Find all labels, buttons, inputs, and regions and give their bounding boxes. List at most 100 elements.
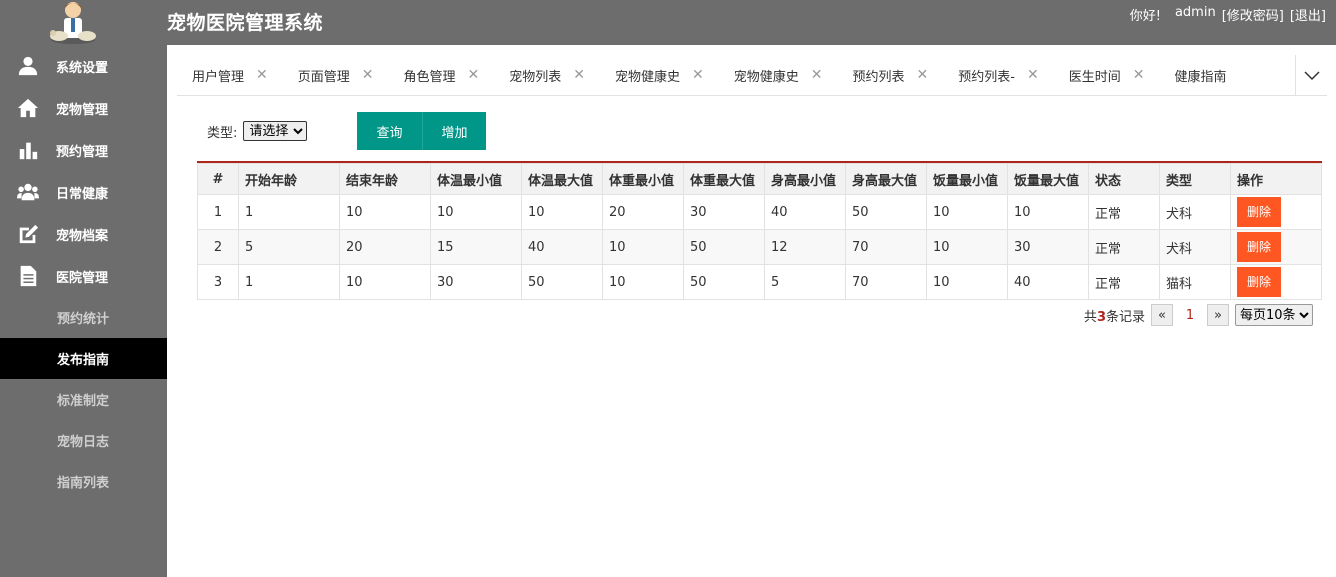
tab-more-button[interactable] <box>1295 55 1327 95</box>
group-icon <box>0 181 56 203</box>
tab-page-management[interactable]: 页面管理 ✕ <box>283 55 389 95</box>
table-cell: 40 <box>764 194 846 230</box>
column-header: 饭量最大值 <box>1007 163 1089 195</box>
close-icon[interactable]: ✕ <box>468 67 480 83</box>
total-suffix: 条记录 <box>1105 309 1145 325</box>
close-icon[interactable]: ✕ <box>811 67 823 83</box>
tab-appointment-list-2[interactable]: 预约列表- ✕ <box>943 55 1053 95</box>
sidebar-subitem-standard-setting[interactable]: 标准制定 <box>0 379 167 420</box>
table-cell: 15 <box>430 229 522 265</box>
tab-label: 健康指南 <box>1174 69 1227 85</box>
table-cell: 正常 <box>1088 194 1160 230</box>
tab-pet-health-history-2[interactable]: 宠物健康史 ✕ <box>719 55 838 95</box>
current-page[interactable]: 1 <box>1179 308 1201 323</box>
table-cell: 30 <box>1007 229 1089 265</box>
table-cell: 40 <box>521 229 603 265</box>
tab-pet-list[interactable]: 宠物列表 ✕ <box>494 55 600 95</box>
pagination: 共3条记录 « 1 » 每页10条 <box>1084 304 1313 326</box>
table-cell: 40 <box>1007 264 1089 300</box>
sidebar-subitem-guide-list[interactable]: 指南列表 <box>0 461 167 502</box>
sidebar-subitem-publish-guide[interactable]: 发布指南 <box>0 338 167 379</box>
table-cell: 犬科 <box>1159 194 1231 230</box>
type-select[interactable]: 请选择 <box>243 121 308 141</box>
column-header: 开始年龄 <box>238 163 340 195</box>
total-count: 3 <box>1096 309 1106 325</box>
table-cell: 10 <box>339 194 431 230</box>
close-icon[interactable]: ✕ <box>1133 67 1145 83</box>
tab-health-guide[interactable]: 健康指南 <box>1159 55 1241 95</box>
table-cell: 30 <box>430 264 522 300</box>
table-cell-actions: 删除 <box>1230 194 1322 230</box>
table-cell: 20 <box>602 194 684 230</box>
close-icon[interactable]: ✕ <box>917 67 929 83</box>
table-row: 2 5 20 15 40 10 50 12 70 10 30 正常 犬科 删除 <box>197 229 1322 265</box>
table-cell: 10 <box>339 264 431 300</box>
table-cell: 1 <box>238 194 340 230</box>
edit-icon <box>0 223 56 245</box>
bar-chart-icon <box>0 139 56 161</box>
table-cell: 5 <box>764 264 846 300</box>
close-icon[interactable]: ✕ <box>1027 67 1039 83</box>
prev-page-button[interactable]: « <box>1151 304 1173 326</box>
table-cell: 20 <box>339 229 431 265</box>
table-cell: 50 <box>845 194 927 230</box>
sidebar-item-system-settings[interactable]: 系统设置 <box>0 45 167 87</box>
tab-label: 医生时间 <box>1068 69 1121 85</box>
close-icon[interactable]: ✕ <box>256 67 268 83</box>
table-cell: 10 <box>602 264 684 300</box>
tab-role-management[interactable]: 角色管理 ✕ <box>389 55 495 95</box>
table-cell: 猫科 <box>1159 264 1231 300</box>
sidebar-item-label: 医院管理 <box>56 270 109 286</box>
sidebar-item-pet-management[interactable]: 宠物管理 <box>0 87 167 129</box>
column-header: 类型 <box>1159 163 1231 195</box>
tab-user-management[interactable]: 用户管理 ✕ <box>177 55 283 95</box>
close-icon[interactable]: ✕ <box>362 67 374 83</box>
sidebar-item-pet-records[interactable]: 宠物档案 <box>0 213 167 255</box>
table-cell: 10 <box>926 229 1008 265</box>
document-icon <box>0 265 56 287</box>
table-cell: 50 <box>683 264 765 300</box>
sidebar-subitem-pet-log[interactable]: 宠物日志 <box>0 420 167 461</box>
close-icon[interactable]: ✕ <box>692 67 704 83</box>
delete-button[interactable]: 删除 <box>1237 267 1281 297</box>
tab-doctor-time[interactable]: 医生时间 ✕ <box>1054 55 1160 95</box>
home-icon <box>0 97 56 119</box>
table-cell: 2 <box>197 229 239 265</box>
app-title: 宠物医院管理系统 <box>167 12 324 34</box>
table-cell-actions: 删除 <box>1230 264 1322 300</box>
table-cell: 70 <box>845 229 927 265</box>
tab-label: 页面管理 <box>297 69 350 85</box>
column-header: # <box>197 163 239 195</box>
column-header: 身高最大值 <box>845 163 927 195</box>
table-cell: 3 <box>197 264 239 300</box>
tab-bar: 用户管理 ✕ 页面管理 ✕ 角色管理 ✕ 宠物列表 ✕ 宠物健康史 ✕ 宠物健康史 ✕ 预约… <box>177 55 1327 96</box>
page-size-select[interactable]: 每页10条 <box>1235 304 1313 326</box>
sidebar-item-appointment-management[interactable]: 预约管理 <box>0 129 167 171</box>
column-header: 饭量最小值 <box>926 163 1008 195</box>
table-cell: 1 <box>238 264 340 300</box>
filter-bar: 类型: 请选择 <box>207 112 308 150</box>
sidebar-item-hospital-management[interactable]: 医院管理 <box>0 255 167 297</box>
change-password-link[interactable]: [修改密码] <box>1222 5 1284 24</box>
logout-link[interactable]: [退出] <box>1290 5 1326 24</box>
query-button[interactable]: 查询 <box>357 112 422 150</box>
delete-button[interactable]: 删除 <box>1237 197 1281 227</box>
column-header: 身高最小值 <box>764 163 846 195</box>
total-records: 共3条记录 <box>1084 306 1145 325</box>
next-page-button[interactable]: » <box>1207 304 1229 326</box>
username: admin <box>1174 5 1216 20</box>
add-button[interactable]: 增加 <box>422 112 486 150</box>
sidebar-item-daily-health[interactable]: 日常健康 <box>0 171 167 213</box>
tab-label: 宠物健康史 <box>733 69 799 85</box>
table-cell: 12 <box>764 229 846 265</box>
column-header: 体温最大值 <box>521 163 603 195</box>
table-cell: 犬科 <box>1159 229 1231 265</box>
table-cell: 10 <box>926 264 1008 300</box>
table-header-row: # 开始年龄 结束年龄 体温最小值 体温最大值 体重最小值 体重最大值 身高最小… <box>197 163 1322 195</box>
tab-pet-health-history[interactable]: 宠物健康史 ✕ <box>600 55 719 95</box>
close-icon[interactable]: ✕ <box>573 67 585 83</box>
delete-button[interactable]: 删除 <box>1237 232 1281 262</box>
sidebar-item-label: 日常健康 <box>56 186 109 202</box>
tab-appointment-list[interactable]: 预约列表 ✕ <box>838 55 944 95</box>
sidebar-subitem-appointment-stats[interactable]: 预约统计 <box>0 297 167 338</box>
